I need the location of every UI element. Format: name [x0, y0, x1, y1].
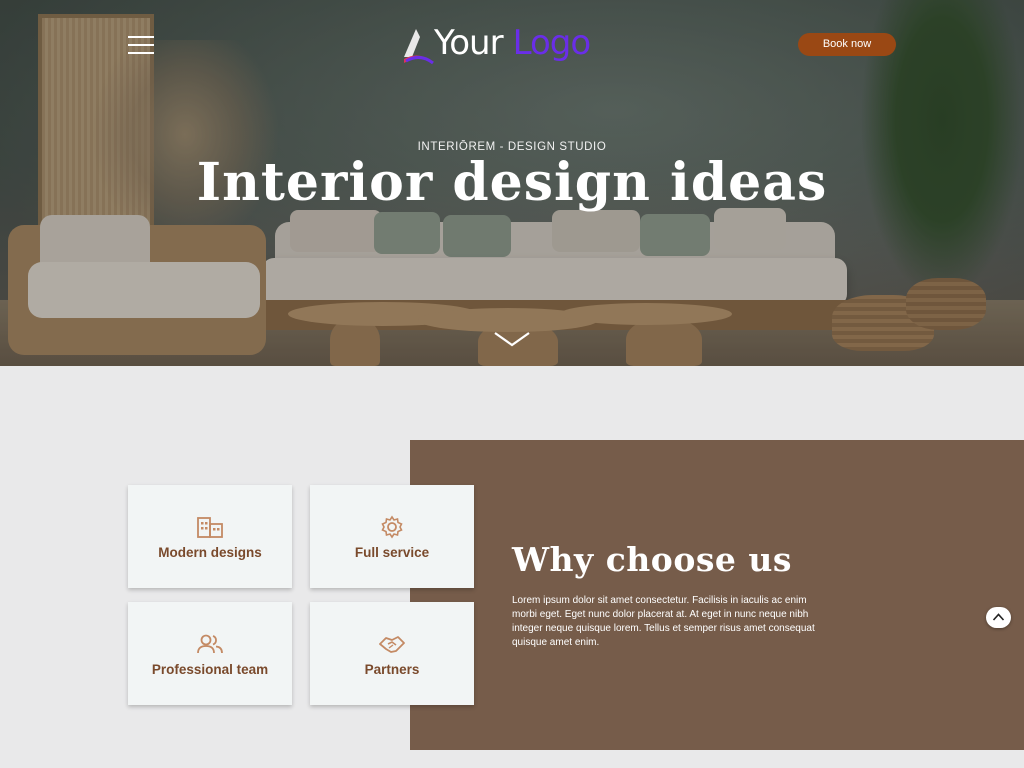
logo-word-your: Your [434, 23, 504, 63]
logo-word-logo: Logo [512, 23, 592, 63]
feature-card-full-service[interactable]: Full service [310, 485, 474, 588]
building-icon [197, 517, 223, 538]
feature-label: Full service [354, 545, 430, 560]
feature-card-professional-team[interactable]: Professional team [128, 602, 292, 705]
hero-title: Interior design ideas [196, 152, 828, 213]
users-icon [197, 634, 223, 654]
handshake-icon [379, 636, 405, 653]
chevron-up-icon [992, 613, 1005, 621]
feature-label: Modern designs [158, 545, 262, 560]
why-title: Why choose us [512, 540, 792, 579]
why-text: Lorem ipsum dolor sit amet consectetur. … [512, 595, 815, 648]
gear-icon [381, 515, 403, 539]
logo-mark-icon [404, 29, 434, 65]
feature-label: Professional team [151, 662, 269, 677]
book-now-button[interactable]: Book now [798, 33, 896, 56]
feature-label: Partners [364, 662, 420, 677]
chevron-down-icon[interactable] [493, 330, 531, 348]
logo[interactable]: Your Logo [402, 20, 632, 66]
feature-card-modern-designs[interactable]: Modern designs [128, 485, 292, 588]
feature-card-partners[interactable]: Partners [310, 602, 474, 705]
scroll-top-button[interactable] [986, 607, 1011, 628]
hamburger-menu-icon[interactable] [128, 36, 154, 54]
